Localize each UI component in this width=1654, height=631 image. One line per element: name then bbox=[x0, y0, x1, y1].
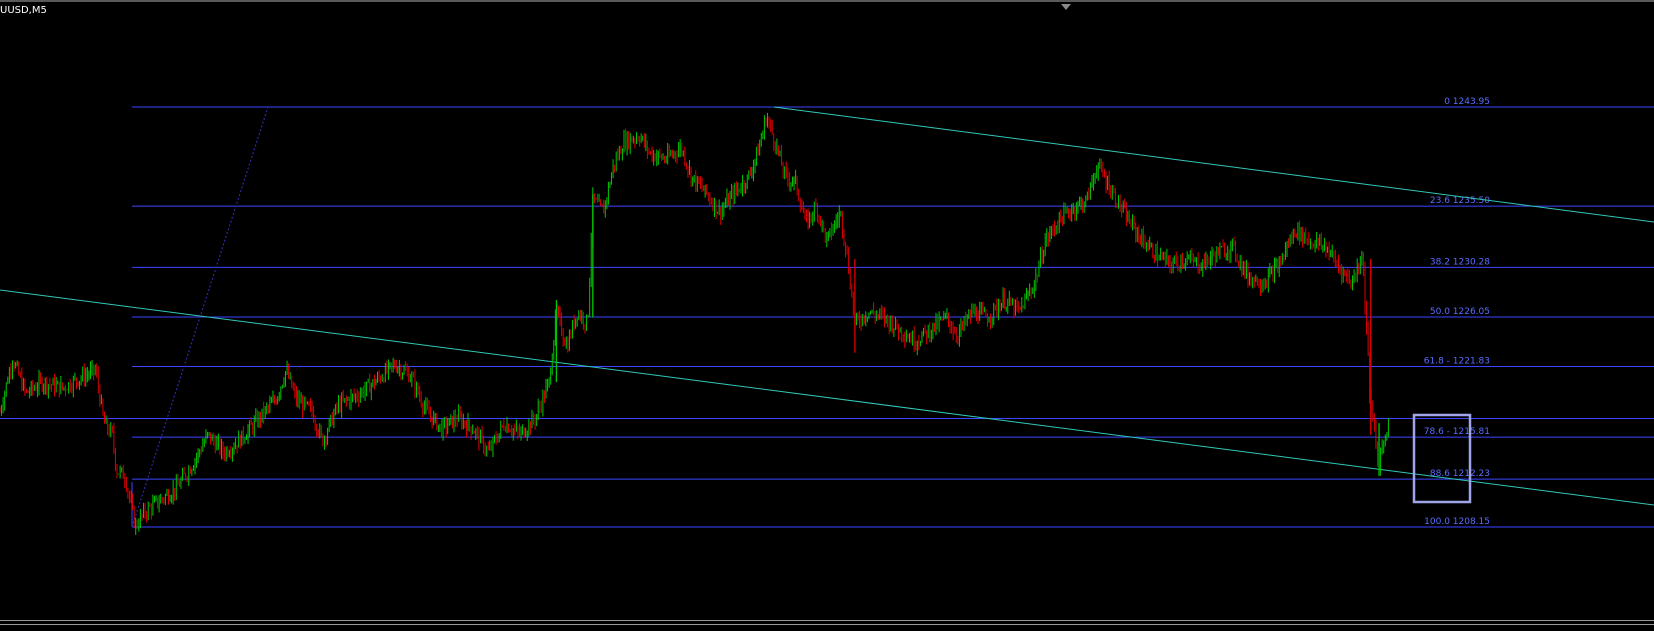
fib-level-label: 88.6 1212.23 bbox=[1430, 469, 1490, 479]
channel-lower-line[interactable] bbox=[0, 289, 1654, 506]
candlestick-series bbox=[0, 112, 1389, 535]
time-scale bbox=[0, 620, 1654, 631]
fib-level-label: 61.8 - 1221.83 bbox=[1424, 357, 1490, 367]
time-scale-border bbox=[0, 624, 1654, 625]
chart-window[interactable]: UUSD,M5 0 1243.95 23.6 1235.50 38.2 1230.2… bbox=[0, 0, 1654, 631]
chart-title: UUSD,M5 bbox=[0, 5, 47, 16]
fib-level-label: 100.0 1208.15 bbox=[1424, 517, 1490, 527]
fib-level-label: 50.0 1226.05 bbox=[1430, 307, 1490, 317]
fib-level-label: 78.6 - 1215.81 bbox=[1424, 427, 1490, 437]
fib-level-label: 0 1243.95 bbox=[1444, 97, 1490, 107]
chart-shift-marker[interactable] bbox=[1061, 4, 1071, 10]
fibonacci-retracement[interactable]: 0 1243.95 23.6 1235.50 38.2 1230.28 50.0 12… bbox=[131, 97, 1654, 528]
trend-channel[interactable] bbox=[0, 106, 1654, 506]
price-chart[interactable]: 0 1243.95 23.6 1235.50 38.2 1230.28 50.0 12… bbox=[0, 0, 1654, 630]
channel-upper-line[interactable] bbox=[773, 106, 1654, 223]
fib-level-label: 23.6 1235.50 bbox=[1430, 196, 1490, 206]
fib-level-label: 38.2 1230.28 bbox=[1430, 257, 1490, 267]
